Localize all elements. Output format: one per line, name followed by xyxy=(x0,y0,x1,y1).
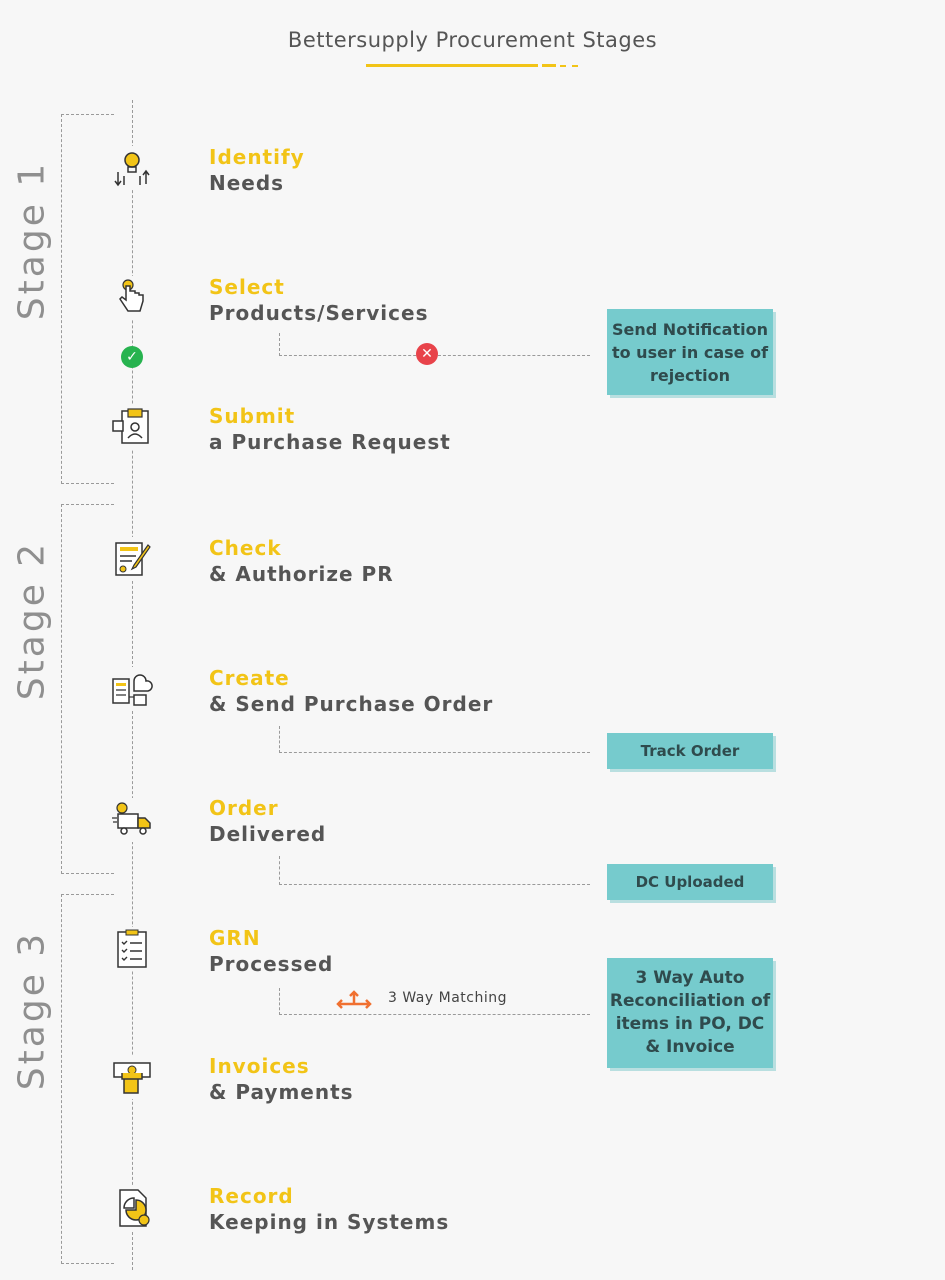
step-select-sub: Products/Services xyxy=(209,301,429,325)
title-underline-dash xyxy=(560,65,578,67)
stage-3-bracket xyxy=(61,894,114,1264)
checklist-icon xyxy=(110,927,154,971)
rejection-note: Send Notification to user in case of rej… xyxy=(607,309,773,395)
stage-2-bracket xyxy=(61,504,114,874)
reconciliation-note: 3 Way Auto Reconciliation of items in PO… xyxy=(607,958,773,1068)
idea-bulb-icon xyxy=(110,146,154,190)
approve-check-icon: ✓ xyxy=(121,346,143,368)
request-form-icon xyxy=(110,405,154,449)
hand-pointer-icon xyxy=(110,276,154,320)
three-way-matching-label: 3 Way Matching xyxy=(388,990,507,1006)
step-record-head: Record xyxy=(209,1184,294,1208)
cloud-order-icon xyxy=(110,667,154,711)
stage-1-bracket xyxy=(61,114,114,484)
title-underline xyxy=(366,64,538,67)
step-invoices-sub: & Payments xyxy=(209,1080,354,1104)
stage-1-label: Stage 1 xyxy=(11,160,53,321)
step-check-sub: & Authorize PR xyxy=(209,562,394,586)
step-order-sub: Delivered xyxy=(209,822,327,846)
step-select-head: Select xyxy=(209,275,285,299)
report-chart-icon xyxy=(110,1186,154,1230)
three-way-arrows-icon xyxy=(334,988,374,1016)
step-create-head: Create xyxy=(209,666,290,690)
stage-3-label: Stage 3 xyxy=(11,930,53,1091)
step-order-head: Order xyxy=(209,796,279,820)
payment-hand-icon xyxy=(110,1055,154,1099)
track-order-note: Track Order xyxy=(607,733,773,769)
step-identify-sub: Needs xyxy=(209,171,285,195)
document-sign-icon xyxy=(110,537,154,581)
step-grn-sub: Processed xyxy=(209,952,334,976)
step-check-head: Check xyxy=(209,536,282,560)
step-identify-head: Identify xyxy=(209,145,305,169)
step-submit-sub: a Purchase Request xyxy=(209,430,451,454)
delivery-truck-icon xyxy=(110,798,154,842)
reject-x-icon: ✕ xyxy=(416,343,438,365)
step-record-sub: Keeping in Systems xyxy=(209,1210,450,1234)
dc-connector xyxy=(279,856,590,885)
step-submit-head: Submit xyxy=(209,404,296,428)
title-underline-dash xyxy=(542,64,556,67)
track-connector xyxy=(279,726,590,753)
dc-uploaded-note: DC Uploaded xyxy=(607,864,773,900)
stage-2-label: Stage 2 xyxy=(11,540,53,701)
step-grn-head: GRN xyxy=(209,926,261,950)
step-invoices-head: Invoices xyxy=(209,1054,310,1078)
step-create-sub: & Send Purchase Order xyxy=(209,692,494,716)
page-title: Bettersupply Procurement Stages xyxy=(287,28,658,52)
